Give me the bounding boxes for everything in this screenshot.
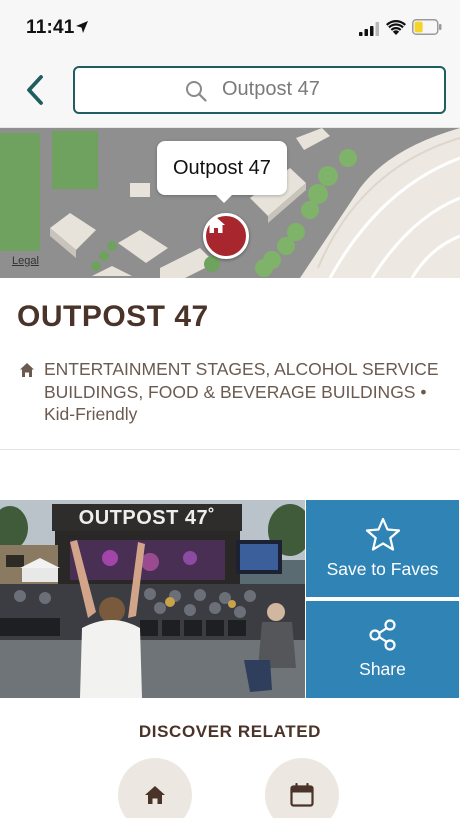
status-bar: 11:41 (0, 0, 460, 56)
location-arrow-icon (76, 21, 88, 33)
search-icon (186, 81, 207, 102)
home-icon (145, 786, 165, 804)
status-time: 11:41 (26, 17, 75, 38)
home-icon (207, 217, 225, 233)
calendar-icon (290, 783, 314, 807)
star-icon (365, 517, 400, 551)
chevron-left-icon (27, 75, 43, 105)
map-pin[interactable] (203, 213, 249, 259)
place-header: OUTPOST 47 ENTERTAINMENT STAGES, ALCOHOL… (0, 278, 460, 450)
share-icon (368, 619, 396, 651)
save-to-faves-button[interactable]: Save to Faves (306, 500, 459, 597)
place-title: OUTPOST 47 (17, 300, 209, 333)
venue-photo[interactable]: OUTPOST 47˚ (0, 500, 305, 698)
stage-sign: OUTPOST 47˚ (52, 504, 242, 531)
home-icon (20, 363, 34, 377)
save-to-faves-label: Save to Faves (326, 559, 439, 579)
discover-related-title: DISCOVER RELATED (138, 722, 322, 741)
search-input-value: Outpost 47 (222, 78, 320, 100)
place-categories: ENTERTAINMENT STAGES, ALCOHOL SERVICE BU… (44, 359, 439, 424)
map-callout-tail (215, 194, 233, 203)
media-row: OUTPOST 47˚ Save to Faves Share (0, 500, 460, 698)
wifi-icon (386, 20, 406, 35)
map-view[interactable]: Outpost 47 Legal (0, 128, 460, 278)
back-button[interactable] (18, 72, 52, 108)
map-callout[interactable]: Outpost 47 (157, 141, 287, 195)
map-legal-link[interactable]: Legal (12, 255, 39, 267)
stage-sign-text: OUTPOST 47˚ (78, 507, 216, 529)
share-label: Share (359, 659, 406, 679)
nav-bar: Outpost 47 (0, 56, 460, 128)
related-events-button[interactable] (265, 758, 339, 818)
related-places-button[interactable] (118, 758, 192, 818)
search-field[interactable]: Outpost 47 (73, 66, 446, 114)
battery-icon (412, 19, 442, 35)
cellular-signal-icon (359, 22, 379, 36)
share-button[interactable]: Share (306, 601, 459, 698)
